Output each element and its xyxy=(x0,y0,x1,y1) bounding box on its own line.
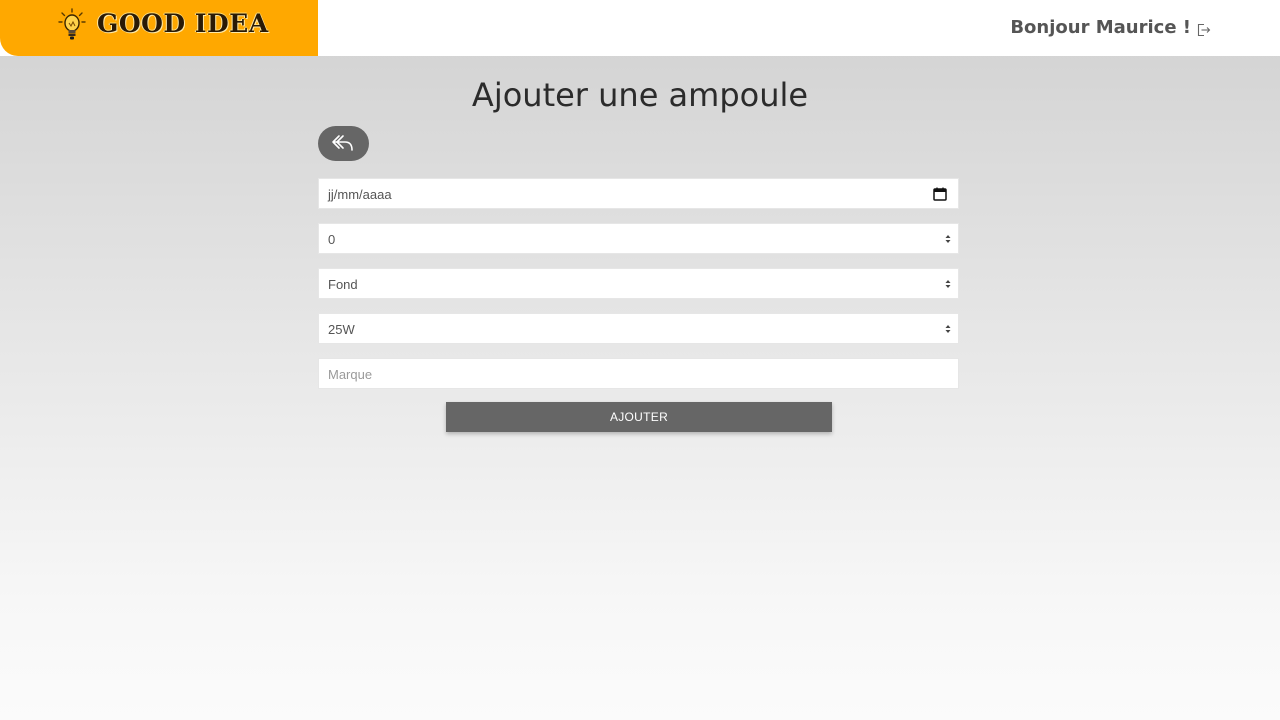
power-select[interactable]: 25W xyxy=(318,313,959,344)
spinner-icon[interactable] xyxy=(945,279,951,289)
brand-placeholder: Marque xyxy=(328,367,373,382)
add-button[interactable]: AJOUTER xyxy=(446,402,832,432)
top-bar: GOOD IDEA Bonjour Maurice ! xyxy=(0,0,1280,56)
date-placeholder: jj/mm/aaaa xyxy=(328,187,392,202)
logo-text: GOOD IDEA xyxy=(97,9,269,38)
spinner-icon[interactable] xyxy=(945,324,951,334)
page-title: Ajouter une ampoule xyxy=(471,76,809,114)
quantity-value: 0 xyxy=(328,232,336,247)
calendar-icon[interactable] xyxy=(933,187,947,201)
power-value: 25W xyxy=(328,322,355,337)
user-greeting: Bonjour Maurice ! xyxy=(1010,17,1191,38)
position-select[interactable]: Fond xyxy=(318,268,959,299)
position-value: Fond xyxy=(328,277,358,292)
lightbulb-icon xyxy=(58,8,86,40)
logout-icon[interactable] xyxy=(1197,23,1211,37)
date-input[interactable]: jj/mm/aaaa xyxy=(318,178,959,209)
spinner-icon[interactable] xyxy=(945,234,951,244)
logo[interactable]: GOOD IDEA xyxy=(0,0,318,56)
brand-input[interactable]: Marque xyxy=(318,358,959,389)
quantity-stepper[interactable]: 0 xyxy=(318,223,959,254)
back-button[interactable] xyxy=(318,126,369,161)
reply-arrow-icon xyxy=(332,135,353,151)
